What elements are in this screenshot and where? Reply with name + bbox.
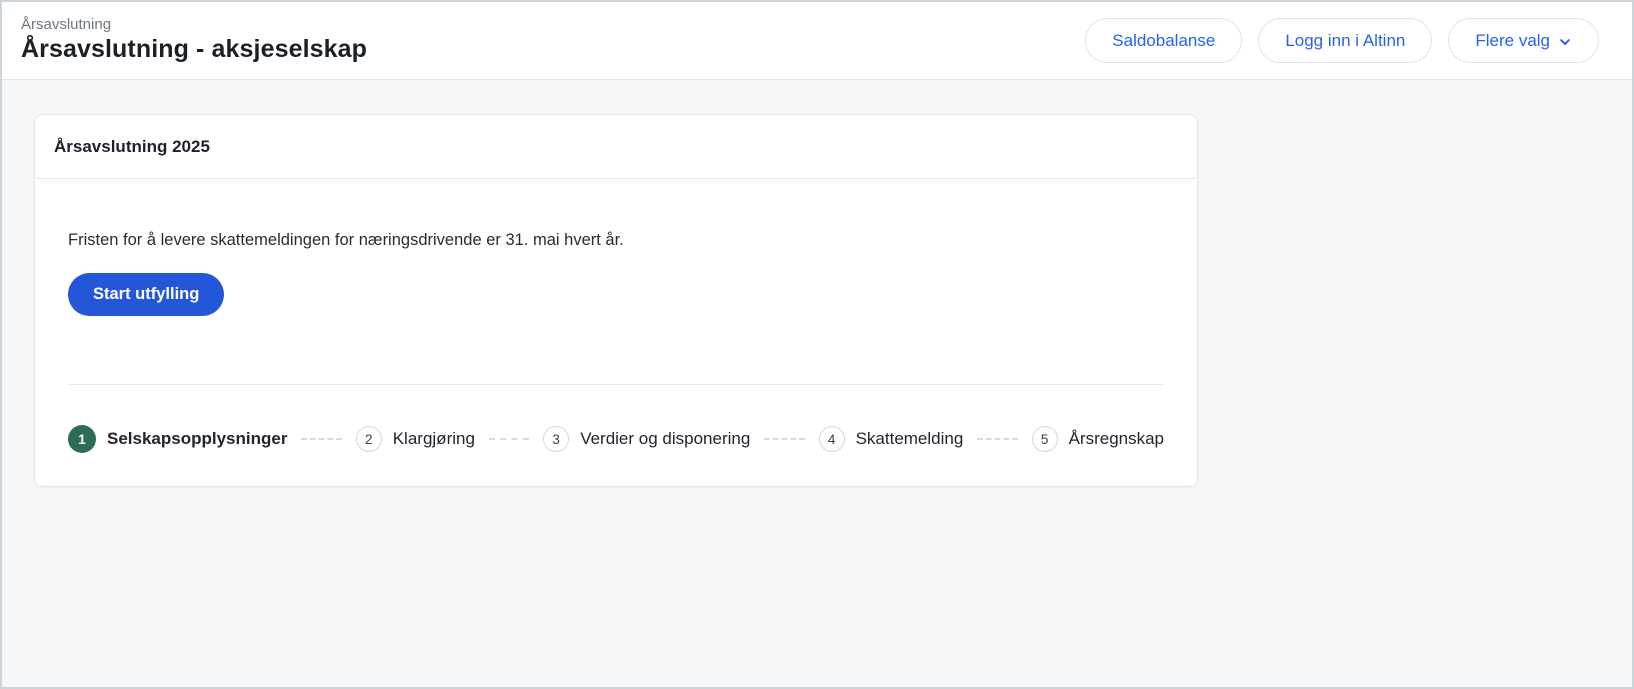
page-title: Årsavslutning - aksjeselskap — [21, 34, 367, 65]
step-number-badge: 5 — [1032, 426, 1058, 452]
step-connector — [301, 438, 341, 440]
step-label: Klargjøring — [393, 429, 475, 449]
step-number-badge: 3 — [543, 426, 569, 452]
page-header: Årsavslutning Årsavslutning - aksjeselsk… — [2, 2, 1632, 80]
more-options-button-label: Flere valg — [1475, 31, 1550, 51]
altinn-login-button-label: Logg inn i Altinn — [1285, 31, 1405, 51]
altinn-login-button[interactable]: Logg inn i Altinn — [1258, 18, 1432, 63]
app-window: Årsavslutning Årsavslutning - aksjeselsk… — [0, 0, 1634, 689]
stepper-step-klargjoring[interactable]: 2 Klargjøring — [356, 426, 475, 452]
step-number-badge: 2 — [356, 426, 382, 452]
card-header: Årsavslutning 2025 — [35, 115, 1197, 179]
more-options-button[interactable]: Flere valg — [1448, 18, 1599, 63]
deadline-text: Fristen for å levere skattemeldingen for… — [68, 229, 1164, 252]
stepper-divider — [68, 384, 1164, 385]
card-body: Fristen for å levere skattemeldingen for… — [35, 179, 1197, 486]
saldobalanse-button[interactable]: Saldobalanse — [1085, 18, 1242, 63]
stepper-step-skattemelding[interactable]: 4 Skattemelding — [819, 426, 964, 452]
main-content: Årsavslutning 2025 Fristen for å levere … — [2, 80, 1632, 487]
step-label: Verdier og disponering — [580, 429, 750, 449]
stepper-step-arsregnskap[interactable]: 5 Årsregnskap — [1032, 426, 1164, 452]
stepper: 1 Selskapsopplysninger 2 Klargjøring 3 V… — [68, 425, 1164, 453]
stepper-step-verdier-og-disponering[interactable]: 3 Verdier og disponering — [543, 426, 750, 452]
step-label: Skattemelding — [856, 429, 964, 449]
step-connector — [764, 438, 804, 440]
stepper-step-selskapsopplysninger[interactable]: 1 Selskapsopplysninger — [68, 425, 287, 453]
card-title: Årsavslutning 2025 — [54, 137, 1177, 157]
step-label: Årsregnskap — [1069, 429, 1164, 449]
header-titles: Årsavslutning Årsavslutning - aksjeselsk… — [21, 16, 367, 65]
start-filling-button[interactable]: Start utfylling — [68, 273, 224, 316]
year-end-card: Årsavslutning 2025 Fristen for å levere … — [34, 114, 1198, 487]
step-number-badge: 4 — [819, 426, 845, 452]
breadcrumb[interactable]: Årsavslutning — [21, 16, 367, 34]
step-number-badge: 1 — [68, 425, 96, 453]
chevron-down-icon — [1558, 35, 1572, 49]
step-connector — [977, 438, 1017, 440]
saldobalanse-button-label: Saldobalanse — [1112, 31, 1215, 51]
step-connector — [489, 438, 529, 440]
step-label: Selskapsopplysninger — [107, 429, 287, 449]
header-actions: Saldobalanse Logg inn i Altinn Flere val… — [1085, 18, 1599, 63]
